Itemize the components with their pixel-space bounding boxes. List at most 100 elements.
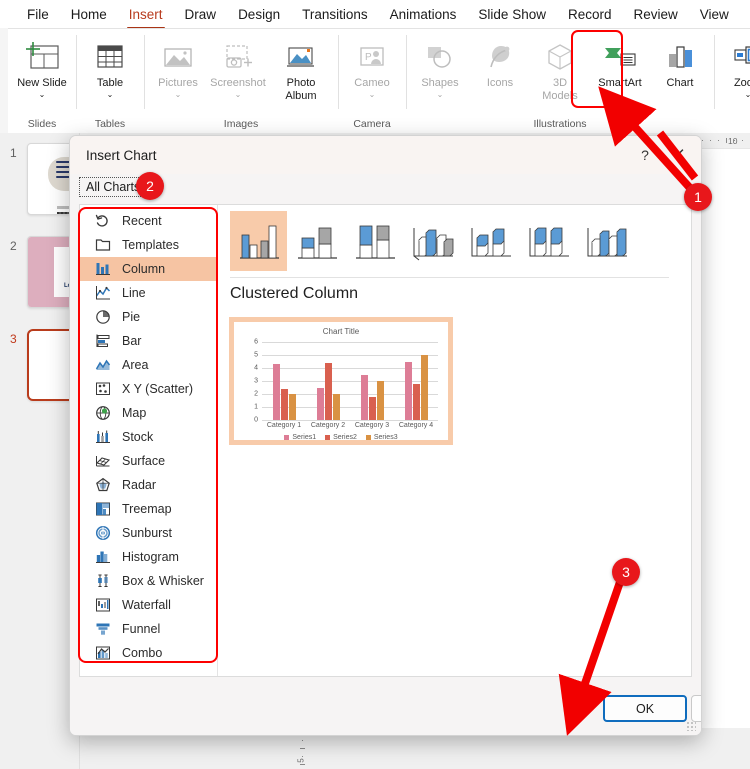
- powerpoint-window: File Home Insert Draw Design Transitions Anima…: [0, 0, 750, 769]
- chart-category-treemap[interactable]: Treemap: [80, 497, 217, 521]
- preview-y-tick: 6: [254, 338, 258, 346]
- chart-subtype-3d-column[interactable]: [578, 211, 635, 271]
- ribbon-tab-review[interactable]: Review: [623, 4, 689, 25]
- 3d-models-button[interactable]: 3D Models: [530, 33, 590, 104]
- chevron-down-icon[interactable]: ⌄: [235, 90, 242, 99]
- dialog-title-bar: Insert Chart: [70, 136, 701, 174]
- box-whisker-chart-icon: [92, 572, 114, 590]
- icons-button[interactable]: Icons: [470, 33, 530, 91]
- ribbon-tab-developer[interactable]: Developer: [740, 4, 750, 25]
- table-button[interactable]: Table ⌄: [80, 33, 140, 100]
- chart-button[interactable]: Chart: [650, 33, 710, 91]
- ribbon-tab-animations[interactable]: Animations: [379, 4, 468, 25]
- ribbon-tab-file[interactable]: File: [16, 4, 60, 25]
- chart-category-map[interactable]: Map: [80, 401, 217, 425]
- help-icon[interactable]: ?: [635, 145, 655, 165]
- chart-category-sunburst[interactable]: Sunburst: [80, 521, 217, 545]
- sunburst-chart-icon: [92, 524, 114, 542]
- chart-category-combo[interactable]: Combo: [80, 641, 217, 665]
- zoom-button[interactable]: Zoom ⌄: [718, 33, 750, 100]
- chart-preview-box[interactable]: Chart Title 6 5 4 3 2 1 0 Category 1 Category 2…: [229, 317, 453, 445]
- preview-bar-group: [394, 342, 438, 420]
- chart-subtype-3d-stacked-column[interactable]: [462, 211, 519, 271]
- chart-category-funnel[interactable]: Funnel: [80, 617, 217, 641]
- shapes-button[interactable]: Shapes ⌄: [410, 33, 470, 100]
- table-label: Table: [96, 77, 124, 89]
- screenshot-label: Screenshot: [210, 77, 266, 89]
- chart-category-area[interactable]: Area: [80, 353, 217, 377]
- pictures-button[interactable]: Pictures ⌄: [148, 33, 208, 100]
- resize-grip[interactable]: [686, 721, 696, 731]
- cancel-button[interactable]: Cancel: [691, 695, 701, 722]
- chevron-down-icon[interactable]: ⌄: [437, 90, 444, 99]
- cameo-button[interactable]: P Cameo ⌄: [342, 33, 402, 100]
- group-label-links: Links: [718, 115, 750, 133]
- chart-category-label: Funnel: [122, 622, 161, 636]
- chart-category-stock[interactable]: Stock: [80, 425, 217, 449]
- chart-category-waterfall[interactable]: Waterfall: [80, 593, 217, 617]
- chart-category-surface[interactable]: Surface: [80, 449, 217, 473]
- smartart-button[interactable]: SmartArt: [590, 33, 650, 91]
- templates-folder-icon: [92, 236, 114, 254]
- ribbon-tab-insert[interactable]: Insert: [118, 4, 174, 30]
- chart-category-histogram[interactable]: Histogram: [80, 545, 217, 569]
- ribbon-tab-record[interactable]: Record: [557, 4, 623, 25]
- chart-subtype-3d-100-percent-stacked-column[interactable]: [520, 211, 577, 271]
- shapes-icon: [423, 37, 457, 77]
- chevron-down-icon[interactable]: ⌄: [39, 90, 46, 99]
- chart-category-bar[interactable]: Bar: [80, 329, 217, 353]
- chart-gallery: Clustered Column Chart Title 6 5 4 3 2 1 0 Cat…: [218, 205, 691, 676]
- chart-subtype-clustered-column[interactable]: [230, 211, 287, 271]
- chart-category-label: Box & Whisker: [122, 574, 204, 588]
- slide-thumbnail-panel[interactable]: 1 2 Lo 3: [0, 133, 123, 769]
- legend-swatch: [325, 434, 331, 440]
- slide-number-2: 2: [10, 239, 17, 253]
- ribbon-tab-home[interactable]: Home: [60, 4, 118, 25]
- recent-icon: [92, 212, 114, 230]
- 3d-models-label-2: Models: [542, 90, 578, 102]
- ribbon-tab-view[interactable]: View: [689, 4, 740, 25]
- ribbon-tab-slide-show[interactable]: Slide Show: [467, 4, 557, 25]
- ok-button[interactable]: OK: [603, 695, 687, 722]
- chart-category-pie[interactable]: Pie: [80, 305, 217, 329]
- photo-album-button[interactable]: Photo Album: [268, 33, 334, 104]
- chart-subtype-3d-clustered-column[interactable]: [404, 211, 461, 271]
- 3d-models-icon: [543, 37, 577, 77]
- chart-subtype-stacked-column[interactable]: [288, 211, 345, 271]
- chart-category-recent[interactable]: Recent: [80, 209, 217, 233]
- new-slide-button[interactable]: New Slide ⌄: [12, 33, 72, 100]
- column-chart-icon: [92, 260, 114, 278]
- chart-category-radar[interactable]: Radar: [80, 473, 217, 497]
- chevron-down-icon[interactable]: ⌄: [369, 90, 376, 99]
- preview-y-tick: 1: [254, 403, 258, 411]
- dialog-title: Insert Chart: [86, 147, 157, 163]
- chart-category-list[interactable]: Recent Templates Column Line Pie Bar Area X Y (…: [80, 205, 218, 676]
- zoom-icon: [731, 37, 750, 77]
- chart-category-templates[interactable]: Templates: [80, 233, 217, 257]
- ribbon-tab-transitions[interactable]: Transitions: [291, 4, 379, 25]
- chart-subtype-strip[interactable]: [230, 211, 679, 273]
- cameo-label: Cameo: [354, 77, 390, 89]
- chevron-down-icon[interactable]: ⌄: [745, 90, 750, 99]
- chart-category-box-whisker[interactable]: Box & Whisker: [80, 569, 217, 593]
- screenshot-button[interactable]: Screenshot ⌄: [208, 33, 268, 100]
- preview-gridline: 0: [254, 417, 438, 424]
- ribbon-tab-draw[interactable]: Draw: [174, 4, 228, 25]
- ruler-tick: [302, 740, 303, 741]
- preview-legend-item: Series2: [325, 434, 357, 441]
- chart-category-column[interactable]: Column: [80, 257, 217, 281]
- preview-bar: [404, 361, 412, 420]
- dialog-footer: OK Cancel: [70, 685, 701, 735]
- chevron-down-icon[interactable]: ⌄: [107, 90, 114, 99]
- preview-bar: [324, 362, 332, 420]
- ribbon-tab-design[interactable]: Design: [227, 4, 291, 25]
- line-chart-icon: [92, 284, 114, 302]
- ruler-tick: [300, 764, 305, 765]
- chart-category-label: Radar: [122, 478, 157, 492]
- chevron-down-icon[interactable]: ⌄: [175, 90, 182, 99]
- chart-category-line[interactable]: Line: [80, 281, 217, 305]
- close-icon[interactable]: ✕: [667, 144, 691, 166]
- preview-y-tick: 5: [254, 351, 258, 359]
- chart-category-x-y-scatter[interactable]: X Y (Scatter): [80, 377, 217, 401]
- chart-subtype-100-percent-stacked-column[interactable]: [346, 211, 403, 271]
